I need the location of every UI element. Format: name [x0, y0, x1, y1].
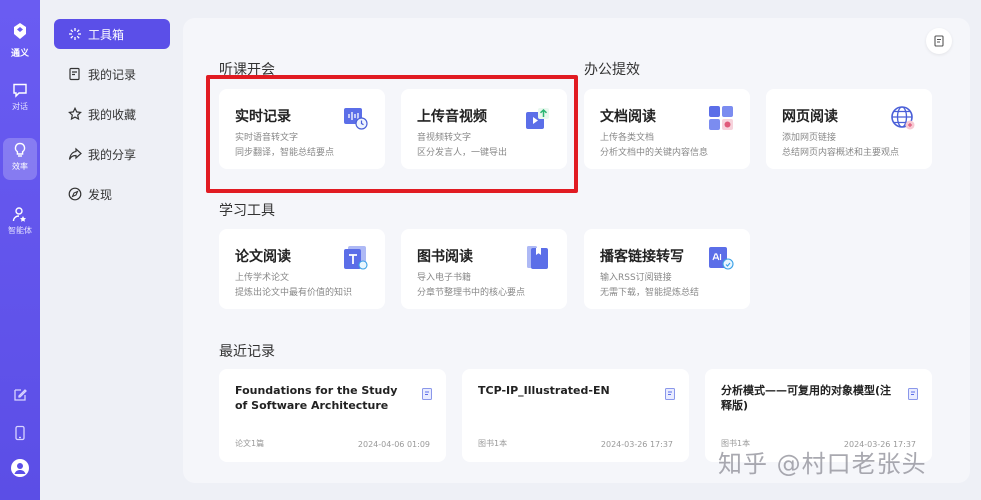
ai-podcast-icon: [708, 245, 734, 271]
nav-item-discover[interactable]: 发现: [54, 179, 170, 209]
section-title-study: 学习工具: [219, 203, 275, 219]
card-desc: 分章节整理书中的核心要点: [417, 288, 526, 298]
card-desc: 无需下载，智能提炼总结: [600, 288, 700, 298]
card-desc: 输入RSS订阅链接: [600, 273, 672, 283]
section-title-recent: 最近记录: [219, 344, 275, 360]
card-desc: 总结网页内容概述和主要观点: [782, 148, 900, 158]
rail-item-label: 效率: [12, 162, 28, 171]
card-desc: 分析文档中的关键内容信息: [600, 148, 709, 158]
app-logo[interactable]: 通义: [0, 22, 40, 59]
book-icon: [665, 385, 675, 400]
compass-icon: [68, 187, 82, 201]
recent-meta: 图书1本: [478, 439, 508, 448]
share-icon: [68, 147, 82, 161]
note-icon: [933, 32, 945, 51]
app-name: 通义: [10, 49, 29, 59]
tool-card-book[interactable]: 图书阅读 导入电子书籍 分章节整理书中的核心要点: [401, 229, 567, 309]
watermark-text: 知乎 @村口老张头: [718, 450, 927, 478]
globe-icon: [890, 105, 916, 131]
nav-item-records[interactable]: 我的记录: [54, 59, 170, 89]
nav-item-label: 我的记录: [88, 67, 137, 82]
recent-date: 2024-03-26 17:37: [600, 440, 673, 449]
star-icon: [68, 106, 82, 121]
rail-item-label: 对话: [12, 102, 28, 111]
card-desc: 上传各类文档: [600, 133, 655, 143]
nav-item-toolbox[interactable]: 工具箱: [54, 19, 170, 49]
rail-item-agent[interactable]: 智能体: [3, 206, 37, 236]
book-read-icon: [525, 245, 551, 271]
card-title: 图书阅读: [417, 249, 473, 265]
recent-date: 2024-04-06 01:09: [357, 440, 430, 449]
annotation-highlight-box: [206, 75, 578, 193]
notes-button[interactable]: [926, 28, 952, 54]
tongyi-logo-icon: [0, 22, 40, 44]
tool-card-paper[interactable]: 论文阅读 上传学术论文 提炼出论文中最有价值的知识: [219, 229, 385, 309]
recent-title: Foundations for the Study of Software Ar…: [235, 384, 398, 412]
nav-item-favorites[interactable]: 我的收藏: [54, 99, 170, 129]
recent-meta: 论文1篇: [235, 439, 265, 448]
mobile-icon[interactable]: [12, 425, 28, 441]
recent-item-2[interactable]: TCP-IP_Illustrated-EN 图书1本 2024-03-26 17…: [462, 369, 689, 462]
section-title-office: 办公提效: [584, 62, 640, 78]
agent-icon: [12, 206, 28, 222]
card-title: 播客链接转写: [600, 249, 684, 265]
tool-card-doc[interactable]: 文档阅读 上传各类文档 分析文档中的关键内容信息: [584, 89, 750, 169]
card-title: 网页阅读: [782, 109, 838, 125]
left-rail: 通义 对话 效率 智能体: [0, 0, 40, 500]
paper-read-icon: [343, 245, 369, 271]
nav-item-label: 我的分享: [88, 147, 137, 162]
recent-title: TCP-IP_Illustrated-EN: [478, 384, 610, 397]
book-icon: [908, 385, 918, 400]
card-title: 文档阅读: [600, 109, 656, 125]
edit-icon[interactable]: [12, 387, 28, 403]
secondary-nav: 工具箱 我的记录 我的收藏 我的分享 发现: [40, 0, 182, 500]
sparkle-icon: [68, 27, 82, 41]
rail-item-efficiency[interactable]: 效率: [3, 138, 37, 180]
lightbulb-icon: [12, 142, 28, 158]
recent-title: 分析模式——可复用的对象模型(注释版): [721, 384, 892, 412]
document-read-icon: [708, 105, 734, 131]
nav-item-shares[interactable]: 我的分享: [54, 139, 170, 169]
card-desc: 上传学术论文: [235, 273, 290, 283]
user-avatar-icon[interactable]: [11, 459, 29, 477]
card-desc: 添加网页链接: [782, 133, 837, 143]
recent-item-1[interactable]: Foundations for the Study of Software Ar…: [219, 369, 446, 462]
document-icon: [422, 385, 432, 400]
chat-icon: [12, 82, 28, 98]
rail-item-label: 智能体: [8, 226, 32, 235]
card-desc: 提炼出论文中最有价值的知识: [235, 288, 353, 298]
nav-item-label: 发现: [88, 187, 113, 202]
tool-card-podcast[interactable]: 播客链接转写 输入RSS订阅链接 无需下载，智能提炼总结: [584, 229, 750, 309]
tool-card-web[interactable]: 网页阅读 添加网页链接 总结网页内容概述和主要观点: [766, 89, 932, 169]
card-desc: 导入电子书籍: [417, 273, 472, 283]
rail-item-chat[interactable]: 对话: [3, 82, 37, 112]
nav-item-label: 我的收藏: [88, 107, 137, 122]
document-edit-icon: [68, 67, 82, 81]
card-title: 论文阅读: [235, 249, 291, 265]
nav-item-label: 工具箱: [88, 27, 125, 42]
